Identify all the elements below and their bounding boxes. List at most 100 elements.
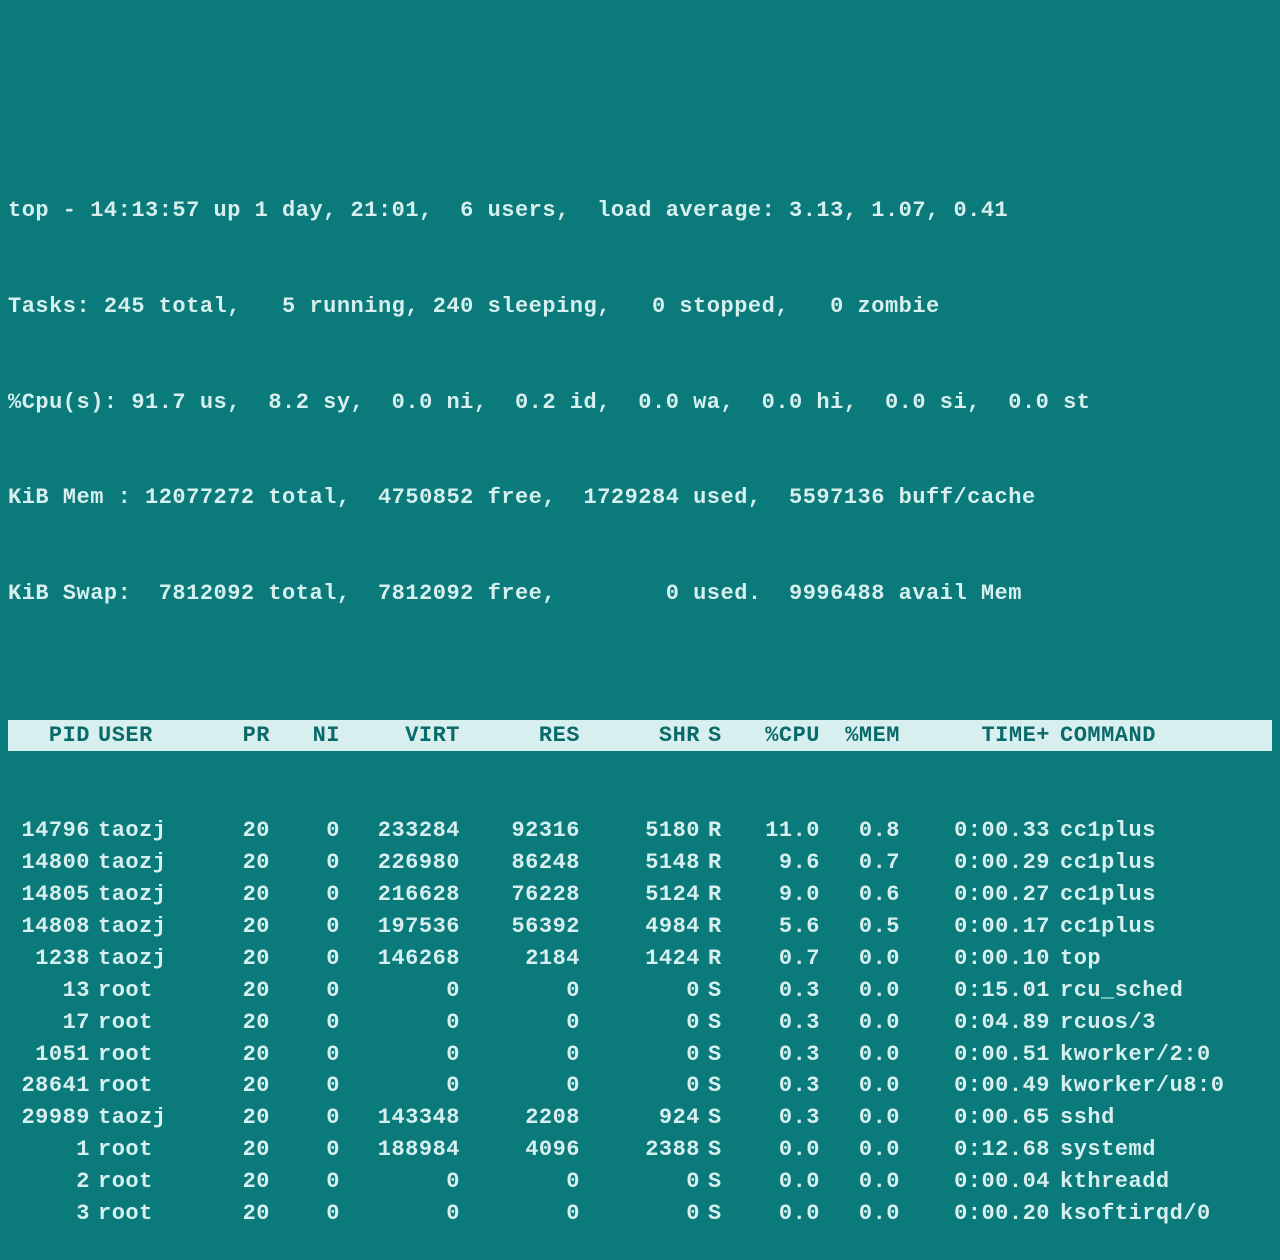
process-pid: 17	[10, 1007, 90, 1039]
process-pid: 29989	[10, 1102, 90, 1134]
process-pid: 14808	[10, 911, 90, 943]
process-row[interactable]: 13root200000S0.30.00:15.01rcu_sched	[8, 975, 1272, 1007]
process-res: 2208	[460, 1102, 580, 1134]
process-shr: 924	[580, 1102, 700, 1134]
process-row[interactable]: 1051root200000S0.30.00:00.51kworker/2:0	[8, 1039, 1272, 1071]
header-command[interactable]: COMMAND	[1050, 720, 1270, 752]
process-pr: 20	[190, 1134, 270, 1166]
process-pid: 3	[10, 1198, 90, 1230]
process-row[interactable]: 29989taozj2001433482208924S0.30.00:00.65…	[8, 1102, 1272, 1134]
process-cpu: 0.3	[730, 1070, 820, 1102]
process-res: 76228	[460, 879, 580, 911]
process-row[interactable]: 3root200000S0.00.00:00.20ksoftirqd/0	[8, 1198, 1272, 1230]
process-shr: 4984	[580, 911, 700, 943]
process-s: S	[700, 1039, 730, 1071]
process-user: taozj	[90, 879, 190, 911]
process-pr: 20	[190, 1039, 270, 1071]
process-shr: 0	[580, 975, 700, 1007]
process-row[interactable]: 1root20018898440962388S0.00.00:12.68syst…	[8, 1134, 1272, 1166]
process-cmd: cc1plus	[1050, 847, 1270, 879]
header-cpu[interactable]: %CPU	[730, 720, 820, 752]
process-time: 0:00.51	[900, 1039, 1050, 1071]
process-ni: 0	[270, 1166, 340, 1198]
process-cpu: 9.0	[730, 879, 820, 911]
summary-mem: KiB Mem : 12077272 total, 4750852 free, …	[8, 482, 1272, 514]
process-user: taozj	[90, 943, 190, 975]
process-virt: 0	[340, 1070, 460, 1102]
process-shr: 0	[580, 1039, 700, 1071]
header-shr[interactable]: SHR	[580, 720, 700, 752]
process-s: S	[700, 1166, 730, 1198]
process-table-header[interactable]: PID USER PR NI VIRT RES SHR S %CPU %MEM …	[8, 720, 1272, 752]
process-row[interactable]: 14808taozj200197536563924984R5.60.50:00.…	[8, 911, 1272, 943]
process-row[interactable]: 2root200000S0.00.00:00.04kthreadd	[8, 1166, 1272, 1198]
process-row[interactable]: 1238taozj20014626821841424R0.70.00:00.10…	[8, 943, 1272, 975]
process-s: S	[700, 1007, 730, 1039]
process-ni: 0	[270, 943, 340, 975]
process-cmd: top	[1050, 943, 1270, 975]
process-ni: 0	[270, 911, 340, 943]
header-state[interactable]: S	[700, 720, 730, 752]
process-res: 0	[460, 1198, 580, 1230]
process-virt: 216628	[340, 879, 460, 911]
process-virt: 0	[340, 1166, 460, 1198]
process-row[interactable]: 28641root200000S0.30.00:00.49kworker/u8:…	[8, 1070, 1272, 1102]
process-row[interactable]: 14796taozj200233284923165180R11.00.80:00…	[8, 815, 1272, 847]
process-cpu: 0.3	[730, 1039, 820, 1071]
process-virt: 233284	[340, 815, 460, 847]
header-time[interactable]: TIME+	[900, 720, 1050, 752]
process-mem: 0.0	[820, 1166, 900, 1198]
process-res: 4096	[460, 1134, 580, 1166]
process-ni: 0	[270, 1134, 340, 1166]
process-row[interactable]: 14800taozj200226980862485148R9.60.70:00.…	[8, 847, 1272, 879]
process-cmd: sshd	[1050, 1102, 1270, 1134]
process-cpu: 0.7	[730, 943, 820, 975]
process-virt: 0	[340, 1007, 460, 1039]
process-pid: 28641	[10, 1070, 90, 1102]
process-cmd: systemd	[1050, 1134, 1270, 1166]
process-row[interactable]: 14805taozj200216628762285124R9.00.60:00.…	[8, 879, 1272, 911]
process-ni: 0	[270, 815, 340, 847]
process-shr: 1424	[580, 943, 700, 975]
process-pr: 20	[190, 847, 270, 879]
process-ni: 0	[270, 1102, 340, 1134]
process-cpu: 0.3	[730, 975, 820, 1007]
process-list[interactable]: 14796taozj200233284923165180R11.00.80:00…	[8, 815, 1272, 1230]
process-cpu: 5.6	[730, 911, 820, 943]
process-user: taozj	[90, 911, 190, 943]
process-cmd: kworker/u8:0	[1050, 1070, 1270, 1102]
process-shr: 2388	[580, 1134, 700, 1166]
process-cpu: 0.0	[730, 1166, 820, 1198]
process-res: 0	[460, 1166, 580, 1198]
process-user: taozj	[90, 815, 190, 847]
header-pid[interactable]: PID	[10, 720, 90, 752]
process-pr: 20	[190, 975, 270, 1007]
process-mem: 0.0	[820, 1198, 900, 1230]
top-summary: top - 14:13:57 up 1 day, 21:01, 6 users,…	[8, 132, 1272, 642]
process-shr: 5124	[580, 879, 700, 911]
process-mem: 0.6	[820, 879, 900, 911]
process-user: root	[90, 1134, 190, 1166]
summary-swap: KiB Swap: 7812092 total, 7812092 free, 0…	[8, 578, 1272, 610]
process-mem: 0.0	[820, 943, 900, 975]
header-virt[interactable]: VIRT	[340, 720, 460, 752]
process-cpu: 11.0	[730, 815, 820, 847]
process-pr: 20	[190, 943, 270, 975]
header-ni[interactable]: NI	[270, 720, 340, 752]
process-cmd: rcuos/3	[1050, 1007, 1270, 1039]
summary-tasks: Tasks: 245 total, 5 running, 240 sleepin…	[8, 291, 1272, 323]
process-cmd: ksoftirqd/0	[1050, 1198, 1270, 1230]
header-res[interactable]: RES	[460, 720, 580, 752]
process-s: R	[700, 943, 730, 975]
process-s: S	[700, 1102, 730, 1134]
summary-uptime: top - 14:13:57 up 1 day, 21:01, 6 users,…	[8, 195, 1272, 227]
process-cpu: 0.0	[730, 1198, 820, 1230]
process-ni: 0	[270, 1198, 340, 1230]
process-time: 0:00.33	[900, 815, 1050, 847]
process-res: 0	[460, 1007, 580, 1039]
header-mem[interactable]: %MEM	[820, 720, 900, 752]
header-user[interactable]: USER	[90, 720, 190, 752]
process-time: 0:00.20	[900, 1198, 1050, 1230]
process-row[interactable]: 17root200000S0.30.00:04.89rcuos/3	[8, 1007, 1272, 1039]
header-pr[interactable]: PR	[190, 720, 270, 752]
